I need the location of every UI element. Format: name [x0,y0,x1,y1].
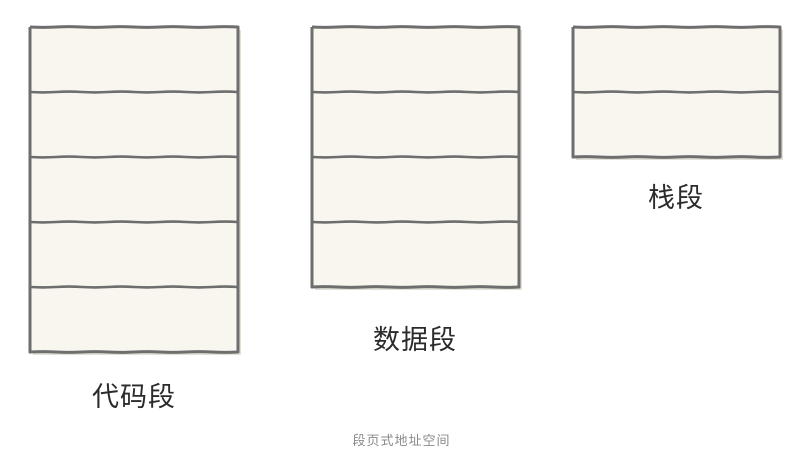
code-segment-block [30,27,238,92]
data-segment-divider [310,220,521,224]
code-segment-divider [28,220,240,224]
data-segment-stack [310,25,522,290]
data-segment-divider [310,155,521,159]
data-segment-block [312,92,519,157]
code-segment-label: 代码段 [92,382,176,413]
diagram-stage: 代码段 数据段 栈段 段页式地址空间 [0,0,803,460]
stack-segment-label: 栈段 [648,183,704,214]
code-segment-block [30,157,238,222]
data-segment-divider [310,90,521,94]
stack-segment-block [573,92,780,157]
data-segment-block [312,157,519,222]
code-segment-block [30,287,238,352]
stack-segment-divider [571,90,782,94]
code-segment-divider [28,285,240,289]
code-segment-divider [28,90,240,94]
code-segment-block [30,222,238,287]
code-segment-stack [28,25,241,355]
data-segment-block [312,222,519,287]
stack-segment-block [573,27,780,92]
data-segment-label: 数据段 [373,325,457,356]
code-segment-divider [28,155,240,159]
figure-caption: 段页式地址空间 [352,434,451,449]
data-segment-block [312,27,519,92]
code-segment-block [30,92,238,157]
stack-segment-stack [571,25,783,160]
